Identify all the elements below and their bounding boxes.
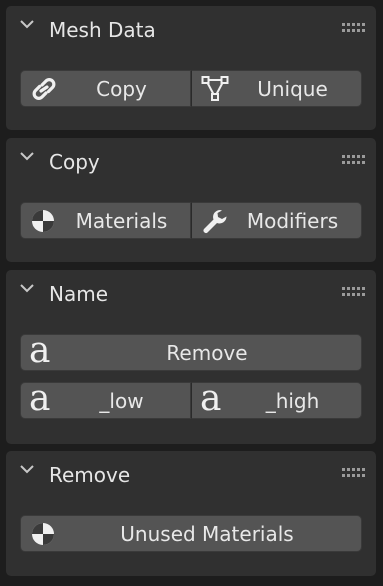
font-a-icon: a (200, 378, 222, 419)
panel-title: Remove (49, 463, 131, 487)
panel-header-name[interactable]: Name (6, 270, 376, 306)
copy-materials-button[interactable]: Materials (20, 202, 191, 239)
link-icon (32, 78, 56, 100)
unused-materials-label: Unused Materials (120, 522, 294, 546)
suffix-low-button[interactable]: a _low (20, 378, 191, 419)
chevron-down-icon[interactable] (20, 20, 34, 29)
panel-header-mesh-data[interactable]: Mesh Data (6, 6, 376, 42)
material-sphere-icon (32, 523, 54, 545)
panel-mesh-data: Mesh Data Copy Unique (6, 6, 376, 130)
copy-modifiers-button[interactable]: Modifiers (191, 202, 362, 239)
unique-label: Unique (257, 77, 328, 101)
materials-label: Materials (75, 209, 168, 233)
panel-copy: Copy Materials Modifiers (6, 138, 376, 262)
panel-name: Name a Remove a _low a _high (6, 270, 376, 444)
panel-title: Name (49, 282, 109, 306)
chevron-down-icon[interactable] (20, 465, 34, 474)
panel-header-copy[interactable]: Copy (6, 138, 376, 174)
font-a-icon: a (29, 378, 51, 419)
drag-grip-icon[interactable] (342, 155, 366, 165)
drag-grip-icon[interactable] (342, 23, 366, 33)
panel-header-remove[interactable]: Remove (6, 451, 376, 487)
low-label: _low (99, 389, 144, 413)
copy-label: Copy (96, 77, 147, 101)
high-label: _high (265, 389, 320, 413)
drag-grip-icon[interactable] (342, 468, 366, 478)
font-a-icon: a (29, 330, 51, 371)
material-sphere-icon (32, 210, 54, 232)
modifiers-label: Modifiers (246, 209, 339, 233)
copy-mesh-button[interactable]: Copy (20, 70, 191, 107)
panel-title: Copy (49, 150, 100, 174)
unique-mesh-button[interactable]: Unique (191, 70, 362, 107)
suffix-high-button[interactable]: a _high (191, 378, 362, 419)
panel-title: Mesh Data (49, 18, 156, 42)
wrench-icon (203, 210, 227, 233)
remove-label: Remove (166, 341, 248, 365)
drag-grip-icon[interactable] (342, 287, 366, 297)
panel-remove: Remove Unused Materials (6, 451, 376, 576)
remove-name-button[interactable]: a Remove (20, 330, 362, 371)
chevron-down-icon[interactable] (20, 284, 34, 293)
remove-unused-materials-button[interactable]: Unused Materials (20, 515, 362, 552)
vertex-triangle-icon (201, 76, 229, 101)
chevron-down-icon[interactable] (20, 152, 34, 161)
